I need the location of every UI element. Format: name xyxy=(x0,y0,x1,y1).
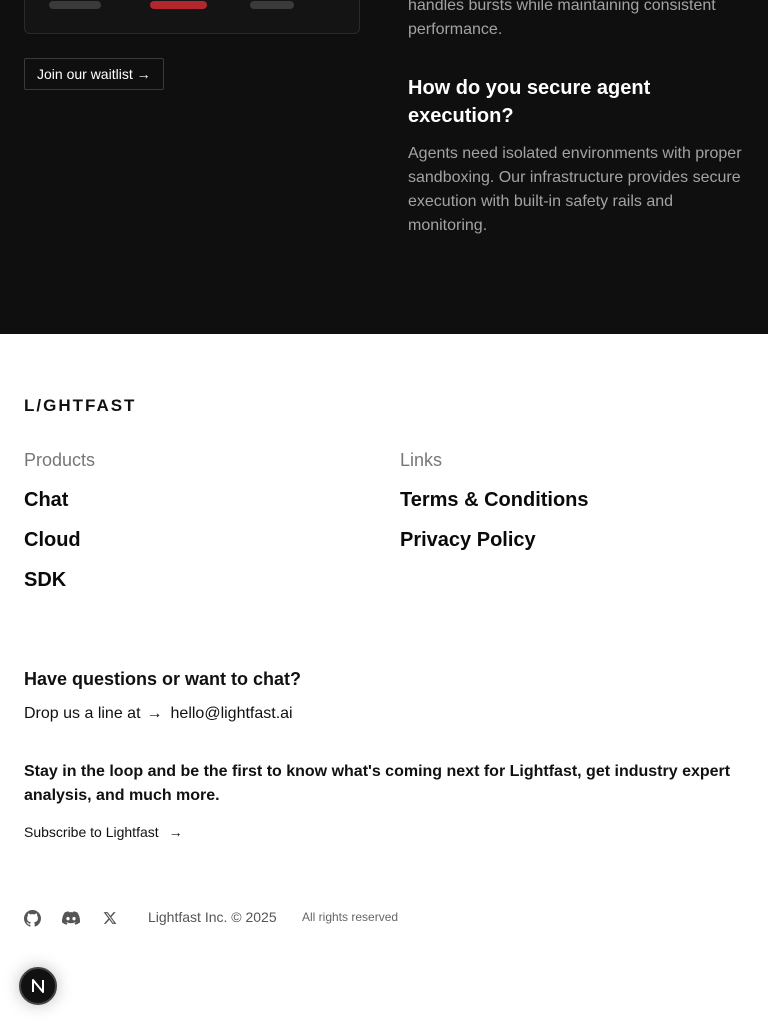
arrow-right-icon: → xyxy=(168,824,183,840)
preview-card xyxy=(24,0,360,34)
faq-previous-answer: handles bursts while maintaining consist… xyxy=(408,0,716,38)
faq-answer: Agents need isolated environments with p… xyxy=(408,145,742,234)
x-icon[interactable] xyxy=(101,909,119,927)
faq-question: How do you secure agent execution? xyxy=(408,77,651,127)
footer-link-privacy[interactable]: Privacy Policy xyxy=(400,529,536,552)
n-logo-icon xyxy=(32,979,44,993)
preview-pill xyxy=(250,1,294,9)
footer-link-cloud[interactable]: Cloud xyxy=(24,529,81,552)
contact-email-link[interactable]: hello@lightfast.ai xyxy=(171,705,293,723)
rights-text: All rights reserved xyxy=(302,910,399,924)
discord-icon[interactable] xyxy=(62,909,80,927)
n-logo-badge[interactable] xyxy=(19,967,57,1005)
arrow-right-icon: → xyxy=(146,705,163,722)
footer-link-sdk[interactable]: SDK xyxy=(24,569,66,592)
join-waitlist-button[interactable]: Join our waitlist → xyxy=(24,58,164,90)
preview-pill-accent xyxy=(150,1,207,9)
subscribe-label: Subscribe to Lightfast xyxy=(24,824,159,840)
footer-link-chat[interactable]: Chat xyxy=(24,489,68,512)
products-heading: Products xyxy=(24,450,96,470)
copyright-text: Lightfast Inc. © 2025 xyxy=(148,909,277,925)
footer-link-terms[interactable]: Terms & Conditions xyxy=(400,489,589,512)
links-heading: Links xyxy=(400,450,443,470)
lightfast-logo[interactable]: L/GHTFAST xyxy=(24,396,136,416)
faq-section: Join our waitlist → handles bursts while… xyxy=(0,0,768,334)
preview-pill xyxy=(49,1,101,9)
subscribe-link[interactable]: Subscribe to Lightfast → xyxy=(24,824,183,840)
github-icon[interactable] xyxy=(23,909,41,927)
contact-prefix: Drop us a line at xyxy=(24,705,141,722)
contact-line: Drop us a line at → hello@lightfast.ai xyxy=(24,705,293,723)
newsletter-text: Stay in the loop and be the first to kno… xyxy=(24,763,731,804)
contact-heading: Have questions or want to chat? xyxy=(24,669,302,689)
